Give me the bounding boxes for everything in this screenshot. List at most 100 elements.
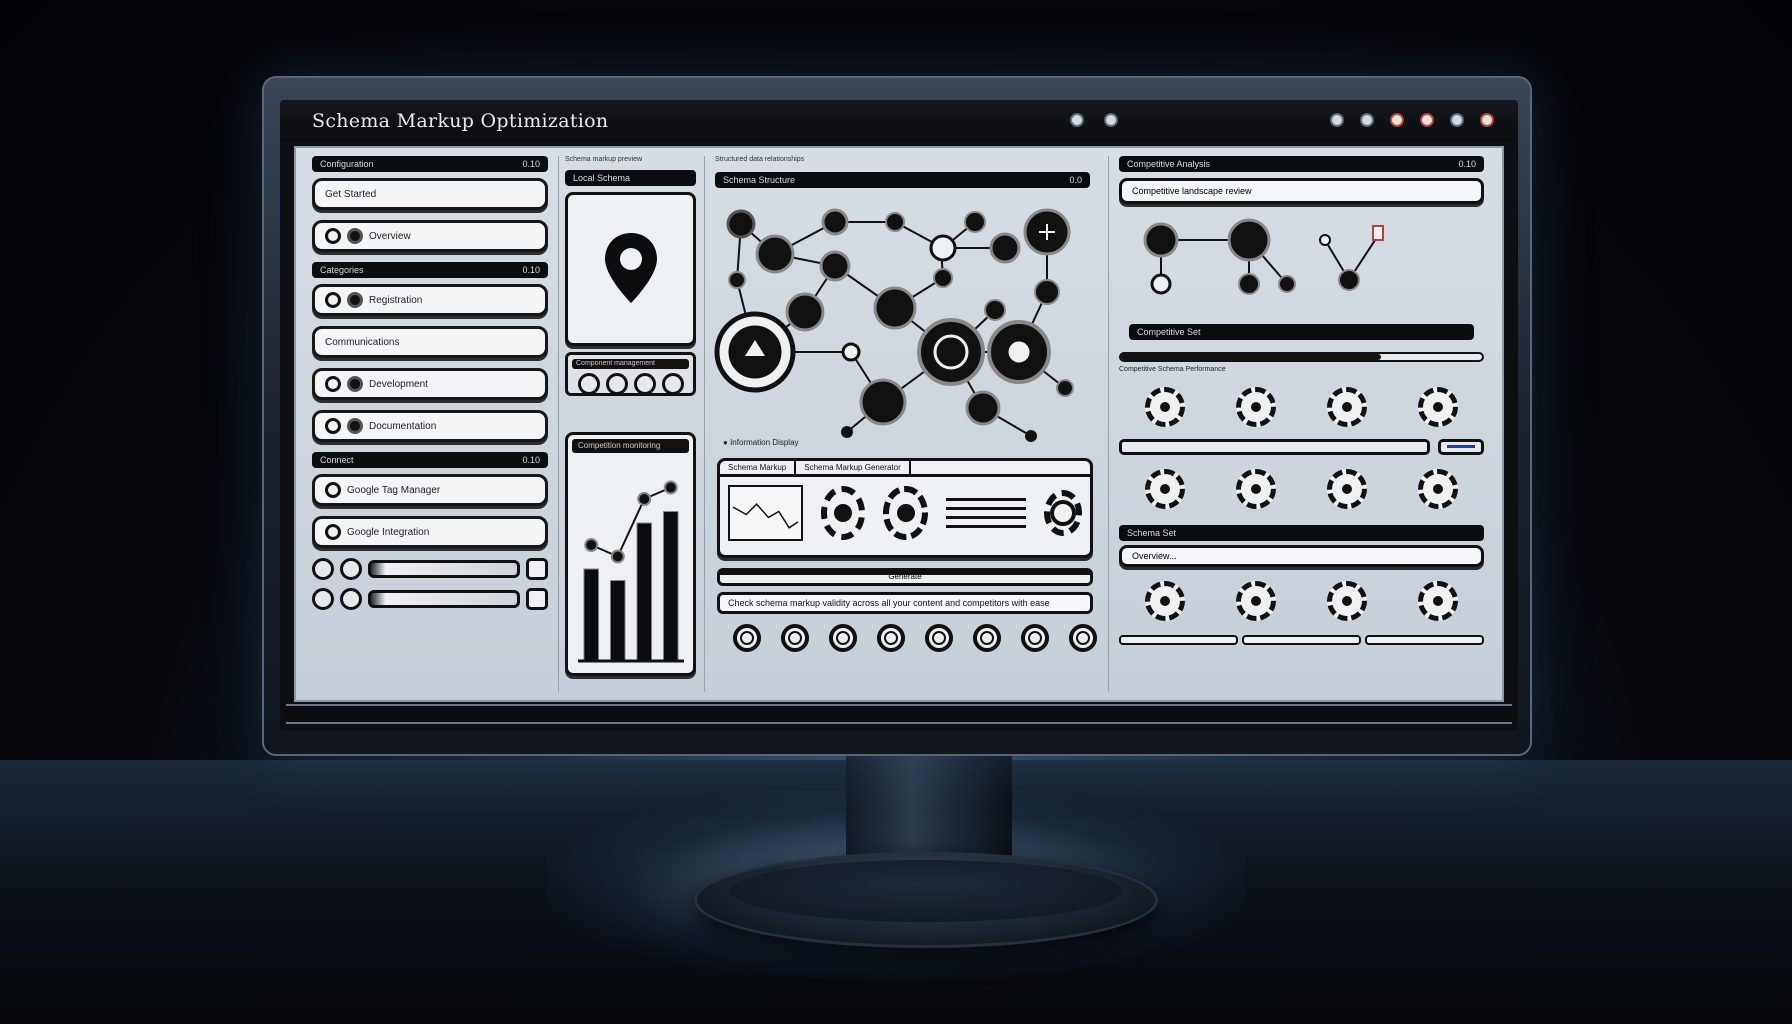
sidebar-group-title: Categories xyxy=(320,265,364,275)
schema-network-graph[interactable] xyxy=(705,192,1101,442)
home-icon[interactable] xyxy=(733,624,761,652)
tab-schema-markup-generator[interactable]: Schema Markup Generator xyxy=(796,461,911,474)
tool-gear-icon[interactable] xyxy=(1418,581,1459,621)
mini-line-chart xyxy=(728,485,803,541)
slider-track[interactable] xyxy=(368,560,520,578)
competitor-gear-icon[interactable] xyxy=(1235,387,1276,427)
competitive-header-title: Competitive Analysis xyxy=(1127,159,1211,169)
tools-gear-row xyxy=(1119,581,1484,621)
screen: Schema Markup Optimization Configuration… xyxy=(280,100,1518,730)
slider-track[interactable] xyxy=(368,590,520,608)
toggle-icon xyxy=(325,228,341,244)
record-icon[interactable] xyxy=(1070,113,1084,127)
performance-progress xyxy=(1119,352,1484,362)
minus-icon xyxy=(347,376,363,392)
map-preview[interactable] xyxy=(565,192,696,346)
checkbox[interactable] xyxy=(526,588,548,610)
tag-chip[interactable] xyxy=(1242,635,1361,645)
edit-icon[interactable] xyxy=(577,373,600,395)
schema-gear-icon[interactable] xyxy=(1418,469,1459,509)
overview-field[interactable]: Overview... xyxy=(1119,545,1484,567)
schema-network-column: Structured data relationships Schema Str… xyxy=(704,156,1100,692)
sidebar-item-label: Overview xyxy=(369,230,411,242)
globe-icon[interactable] xyxy=(973,624,1001,652)
network-legend: ● Information Display xyxy=(723,438,799,447)
alert-icon[interactable] xyxy=(1420,113,1434,127)
export-icon[interactable] xyxy=(1069,624,1097,652)
performance-panel: Competitive Set Competitive Schema Perfo… xyxy=(1119,324,1484,373)
network-top-label: Structured data relationships xyxy=(715,156,805,163)
chart-bar xyxy=(662,511,679,662)
settings-icon[interactable] xyxy=(1021,624,1049,652)
share-icon[interactable] xyxy=(661,373,684,395)
sidebar-item-registration[interactable]: Registration xyxy=(312,284,548,316)
settings-icon[interactable] xyxy=(1390,113,1404,127)
schema-gear-icon[interactable] xyxy=(1144,469,1185,509)
preview-top-label: Schema markup preview xyxy=(565,156,643,163)
tool-gear-icon[interactable] xyxy=(1144,581,1185,621)
sidebar-item-documentation[interactable]: Documentation xyxy=(312,410,548,442)
sidebar-item-communications[interactable]: Communications xyxy=(312,326,548,358)
competitor-gear-icon[interactable] xyxy=(1418,387,1459,427)
schema-gear-row xyxy=(1119,469,1484,509)
filter-track[interactable] xyxy=(1119,439,1430,455)
tag-chip[interactable] xyxy=(1365,635,1484,645)
competitive-panel: Competitive Analysis 0.10 Competitive la… xyxy=(1108,156,1494,692)
refresh-icon[interactable] xyxy=(829,624,857,652)
component-strip-label: Component management xyxy=(572,359,689,369)
status-bar xyxy=(286,704,1512,724)
competitor-gear-icon[interactable] xyxy=(1144,387,1185,427)
radio-button[interactable] xyxy=(312,558,334,580)
radio-button[interactable] xyxy=(312,588,334,610)
chart-bar xyxy=(609,580,626,662)
search-icon[interactable] xyxy=(781,624,809,652)
map-header: Local Schema xyxy=(565,170,696,186)
sidebar-item-label: Google Tag Manager xyxy=(347,484,441,496)
tag-icon[interactable] xyxy=(633,373,656,395)
pin-icon[interactable] xyxy=(1480,113,1494,127)
link-icon[interactable] xyxy=(605,373,628,395)
tag-row xyxy=(1119,635,1484,645)
titlebar: Schema Markup Optimization xyxy=(280,100,1518,142)
bulb-icon[interactable] xyxy=(1104,113,1118,127)
generator-info-text: Check schema markup validity across all … xyxy=(717,592,1093,614)
tool-gear-icon[interactable] xyxy=(1235,581,1276,621)
competitive-search-field[interactable]: Competitive landscape review xyxy=(1119,178,1484,204)
checkbox[interactable] xyxy=(526,558,548,580)
action-icon-row xyxy=(733,624,1097,652)
component-strip: Component management xyxy=(565,352,696,396)
link-icon[interactable] xyxy=(925,624,953,652)
sidebar-item-google-integration[interactable]: Google Integration xyxy=(312,516,548,548)
tab-schema-markup[interactable]: Schema Markup xyxy=(720,461,797,474)
sidebar-search-field[interactable]: Get Started xyxy=(312,178,548,210)
user-icon[interactable] xyxy=(877,624,905,652)
sidebar-group-header: Connect 0.10 xyxy=(312,452,548,468)
sidebar-item-google-tag-manager[interactable]: Google Tag Manager xyxy=(312,474,548,506)
performance-row xyxy=(1119,350,1484,364)
schema-gear-icon[interactable] xyxy=(883,486,928,540)
radio-button[interactable] xyxy=(340,558,362,580)
generate-button[interactable]: Generate xyxy=(717,568,1093,586)
chart-bar xyxy=(636,522,653,662)
chart-bar xyxy=(583,568,600,662)
process-gear-icon[interactable] xyxy=(1043,490,1083,536)
puzzle-icon[interactable] xyxy=(1360,113,1374,127)
sidebar-item-development[interactable]: Development xyxy=(312,368,548,400)
globe-icon[interactable] xyxy=(1450,113,1464,127)
sidebar-item-overview[interactable]: Overview xyxy=(312,220,548,252)
google-icon xyxy=(325,482,341,498)
tool-gear-icon[interactable] xyxy=(1327,581,1368,621)
tag-chip[interactable] xyxy=(1119,635,1238,645)
schema-gear-icon[interactable] xyxy=(1327,469,1368,509)
settings-gear-icon[interactable] xyxy=(820,486,866,540)
schema-gear-icon[interactable] xyxy=(1235,469,1276,509)
bar-chart xyxy=(578,480,684,663)
competitive-header-value: 0.10 xyxy=(1458,159,1476,169)
filter-toggle[interactable] xyxy=(1438,439,1484,455)
generator-tabs: Schema Markup Schema Markup Generator xyxy=(720,461,1090,477)
check-icon[interactable] xyxy=(1330,113,1344,127)
radio-button[interactable] xyxy=(340,588,362,610)
map-header-title: Local Schema xyxy=(573,173,631,183)
generator-body xyxy=(720,477,1090,549)
competitor-gear-icon[interactable] xyxy=(1327,387,1368,427)
